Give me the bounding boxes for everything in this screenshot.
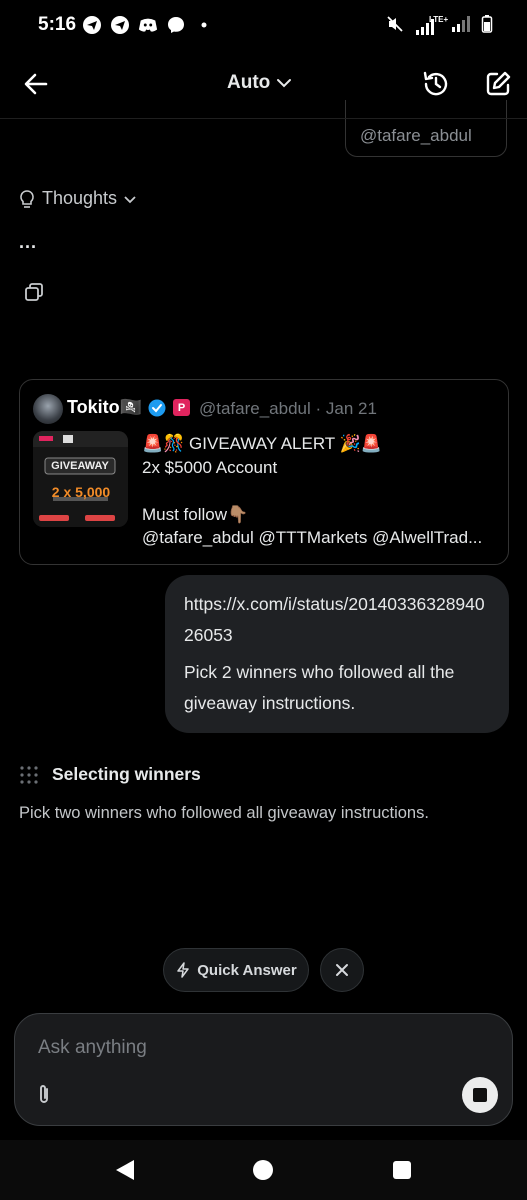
copy-icon — [25, 283, 43, 301]
thoughts-label: Thoughts — [42, 188, 118, 208]
messenger-icon — [166, 15, 186, 35]
composer — [14, 1013, 513, 1126]
status-time: 5:16 — [38, 14, 77, 35]
mute-icon — [385, 14, 405, 39]
triangle-back-icon — [116, 1160, 134, 1180]
user-message-link[interactable]: https://x.com/i/status/20140336328940260… — [184, 589, 494, 651]
attach-button[interactable] — [32, 1083, 56, 1107]
history-icon — [423, 71, 448, 96]
arrow-left-icon — [24, 73, 48, 95]
task-title: Selecting winners — [52, 764, 201, 784]
ask-input[interactable] — [38, 1037, 418, 1059]
mode-selector[interactable]: Auto — [227, 72, 292, 94]
previous-message-handle: @tafare_abdul — [360, 126, 472, 145]
copy-button[interactable] — [22, 280, 46, 304]
quick-answer-label: Quick Answer — [197, 961, 297, 979]
task-description: Pick two winners who followed all giveaw… — [19, 804, 429, 822]
status-system-icons: LTE+ — [385, 14, 493, 39]
tweet-media-thumbnail[interactable]: GIVEAWAY 2 x 5,000 — [33, 431, 128, 527]
stop-icon — [473, 1088, 487, 1102]
paperclip-icon — [40, 1085, 48, 1103]
stop-button[interactable] — [462, 1077, 498, 1113]
back-button[interactable] — [20, 68, 52, 100]
discord-icon — [138, 15, 158, 35]
user-message-text: Pick 2 winners who followed all the give… — [184, 662, 455, 713]
quick-answer-button[interactable]: Quick Answer — [163, 948, 309, 992]
telegram-icon — [110, 15, 130, 35]
affiliate-badge: P — [173, 399, 190, 416]
chevron-down-icon — [277, 79, 292, 88]
tweet-author: Tokito🏴‍☠️ — [67, 397, 143, 417]
lightbulb-icon — [20, 189, 34, 208]
mode-label: Auto — [227, 72, 271, 93]
status-notification-icons — [82, 15, 214, 35]
nav-recents-button[interactable] — [393, 1161, 411, 1179]
dismiss-quick-answer-button[interactable] — [320, 948, 364, 992]
tweet-text: 🚨🎊 GIVEAWAY ALERT 🎉🚨 2x $5000 Account Mu… — [142, 434, 483, 547]
nav-home-button[interactable] — [253, 1160, 273, 1180]
lightning-icon — [177, 962, 189, 978]
edit-icon — [486, 71, 511, 96]
battery-icon — [481, 14, 493, 39]
telegram-icon — [82, 15, 102, 35]
thumbnail-title: GIVEAWAY — [51, 460, 109, 472]
dot-icon — [194, 15, 214, 35]
chevron-down-icon — [124, 195, 136, 203]
close-icon — [336, 964, 348, 976]
signal-lte-icon: LTE+ — [415, 15, 448, 37]
nav-back-button[interactable] — [114, 1158, 136, 1187]
thinking-ellipsis: ... — [19, 232, 38, 252]
avatar — [33, 394, 63, 424]
network-label: LTE+ — [429, 14, 449, 24]
task-progress-icon — [19, 765, 39, 785]
thoughts-toggle[interactable]: Thoughts — [18, 188, 137, 209]
new-chat-button[interactable] — [482, 68, 514, 100]
signal-icon — [451, 14, 471, 39]
history-button[interactable] — [420, 68, 452, 100]
tweet-meta: @tafare_abdul · Jan 21 — [199, 399, 377, 418]
thumbnail-amount: 2 x 5,000 — [51, 484, 111, 500]
header-divider — [0, 118, 527, 119]
verified-badge-icon — [148, 399, 166, 417]
